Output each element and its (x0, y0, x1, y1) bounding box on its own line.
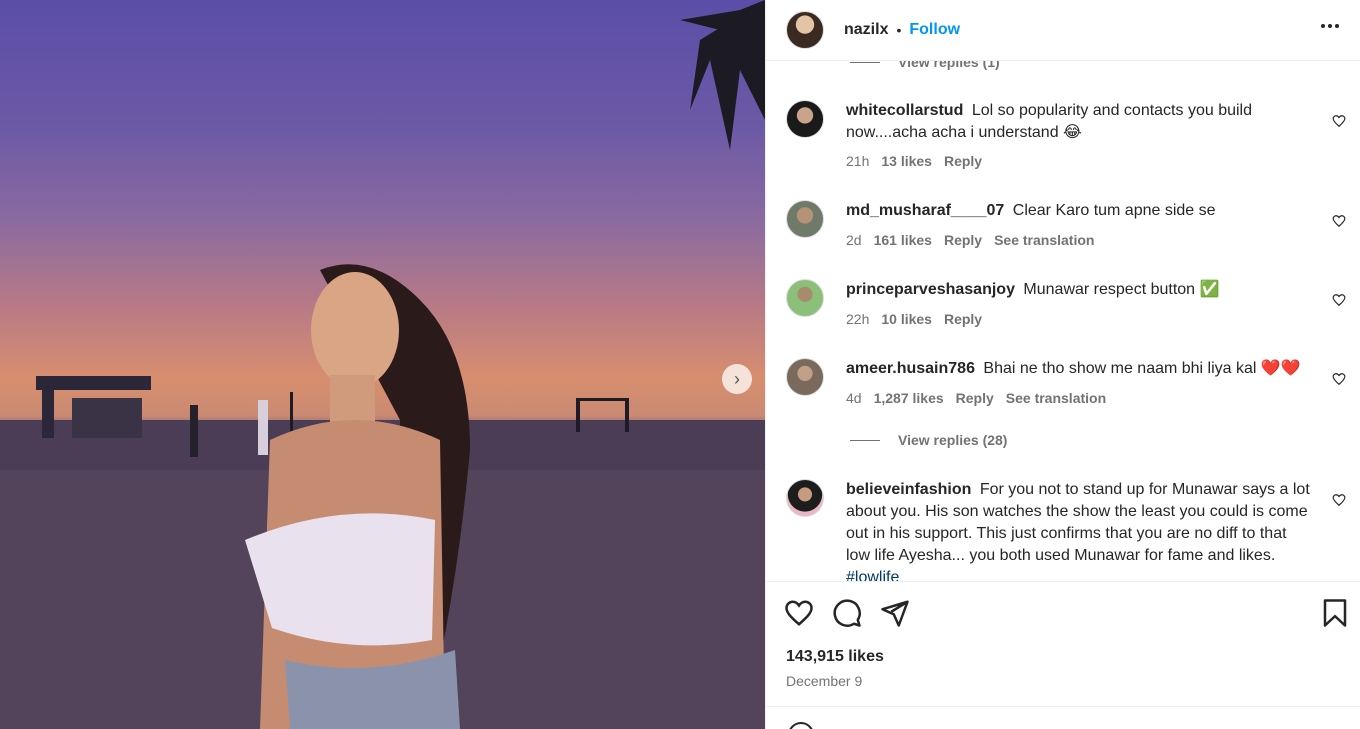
heart-icon[interactable] (784, 598, 814, 628)
view-replies-mid[interactable]: View replies (28) (850, 432, 1007, 448)
comment-item: whitecollarstud Lol so popularity and co… (786, 100, 1346, 180)
comment-meta: 2d 161 likes Reply See translation (846, 232, 1094, 248)
comment-time[interactable]: 22h (846, 311, 869, 327)
reply-button[interactable]: Reply (944, 153, 982, 169)
comment-text: Bhai ne tho show me naam bhi liya kal ❤️… (983, 360, 1301, 377)
reply-button[interactable]: Reply (944, 232, 982, 248)
replies-line (850, 61, 880, 63)
bookmark-icon[interactable] (1320, 598, 1350, 628)
divider (766, 706, 1360, 707)
share-icon[interactable] (880, 598, 910, 628)
next-photo-button[interactable]: › (722, 364, 752, 394)
comment-item: believeinfashion For you not to stand up… (786, 479, 1346, 581)
post-date[interactable]: December 9 (786, 673, 862, 689)
comment-meta: 22h 10 likes Reply (846, 311, 982, 327)
comment-meta: 4d 1,287 likes Reply See translation (846, 390, 1106, 406)
comment-text: Clear Karo tum apne side se (1012, 202, 1216, 219)
comment-likes[interactable]: 13 likes (881, 153, 932, 169)
comment-text: Munawar respect button ✅ (1023, 281, 1220, 298)
comment-username[interactable]: believeinfashion (846, 481, 971, 498)
reply-button[interactable]: Reply (944, 311, 982, 327)
comment-username[interactable]: princeparveshasanjoy (846, 281, 1015, 298)
comment-icon[interactable] (832, 598, 862, 628)
comment-body: whitecollarstud Lol so popularity and co… (846, 100, 1311, 144)
comment-username[interactable]: ameer.husain786 (846, 360, 975, 377)
comment-avatar[interactable] (786, 200, 824, 238)
heart-icon[interactable] (1332, 293, 1346, 307)
more-horizontal-icon[interactable] (1318, 14, 1342, 44)
view-replies-label: View replies (1) (898, 61, 1000, 70)
comments-list: View replies (1) whitecollarstud Lol so … (766, 61, 1360, 581)
author-avatar[interactable] (786, 11, 824, 49)
comment-item: ameer.husain786 Bhai ne tho show me naam… (786, 358, 1346, 418)
chevron-right-icon: › (734, 368, 740, 389)
comment-time[interactable]: 2d (846, 232, 862, 248)
comment-avatar[interactable] (786, 100, 824, 138)
comment-body: believeinfashion For you not to stand up… (846, 479, 1311, 581)
comment-username[interactable]: md_musharaf____07 (846, 202, 1004, 219)
post-header: nazilx • Follow (766, 0, 1360, 61)
post-actions (766, 581, 1360, 641)
post-likes-count[interactable]: 143,915 likes (786, 648, 884, 666)
post-detail-panel: nazilx • Follow View replies (1) whiteco… (765, 0, 1360, 729)
comment-time[interactable]: 21h (846, 153, 869, 169)
comment-body: md_musharaf____07 Clear Karo tum apne si… (846, 200, 1311, 222)
photo-scene (0, 0, 765, 729)
heart-icon[interactable] (1332, 214, 1346, 228)
reply-button[interactable]: Reply (956, 390, 994, 406)
comment-meta: 21h 13 likes Reply (846, 153, 982, 169)
view-replies-label: View replies (28) (898, 432, 1008, 448)
see-translation-button[interactable]: See translation (994, 232, 1094, 248)
comment-item: md_musharaf____07 Clear Karo tum apne si… (786, 200, 1346, 260)
heart-icon[interactable] (1332, 493, 1346, 507)
emoji-icon[interactable] (788, 722, 814, 729)
comment-avatar[interactable] (786, 279, 824, 317)
comment-likes[interactable]: 161 likes (874, 232, 932, 248)
heart-icon[interactable] (1332, 114, 1346, 128)
comment-avatar[interactable] (786, 479, 824, 517)
follow-button[interactable]: Follow (909, 21, 960, 39)
comment-time[interactable]: 4d (846, 390, 862, 406)
heart-icon[interactable] (1332, 372, 1346, 386)
view-replies-top[interactable]: View replies (1) (850, 61, 1000, 70)
see-translation-button[interactable]: See translation (1006, 390, 1106, 406)
author-username[interactable]: nazilx (844, 21, 888, 39)
comment-likes[interactable]: 10 likes (881, 311, 932, 327)
post-photo: › (0, 0, 765, 729)
comment-username[interactable]: whitecollarstud (846, 102, 963, 119)
header-separator: • (896, 22, 902, 38)
comment-avatar[interactable] (786, 358, 824, 396)
comment-likes[interactable]: 1,287 likes (874, 390, 944, 406)
comment-item: princeparveshasanjoy Munawar respect but… (786, 279, 1346, 339)
comment-body: ameer.husain786 Bhai ne tho show me naam… (846, 358, 1311, 380)
comment-body: princeparveshasanjoy Munawar respect but… (846, 279, 1311, 301)
hashtag-link[interactable]: #lowlife (846, 569, 899, 581)
replies-line (850, 439, 880, 441)
